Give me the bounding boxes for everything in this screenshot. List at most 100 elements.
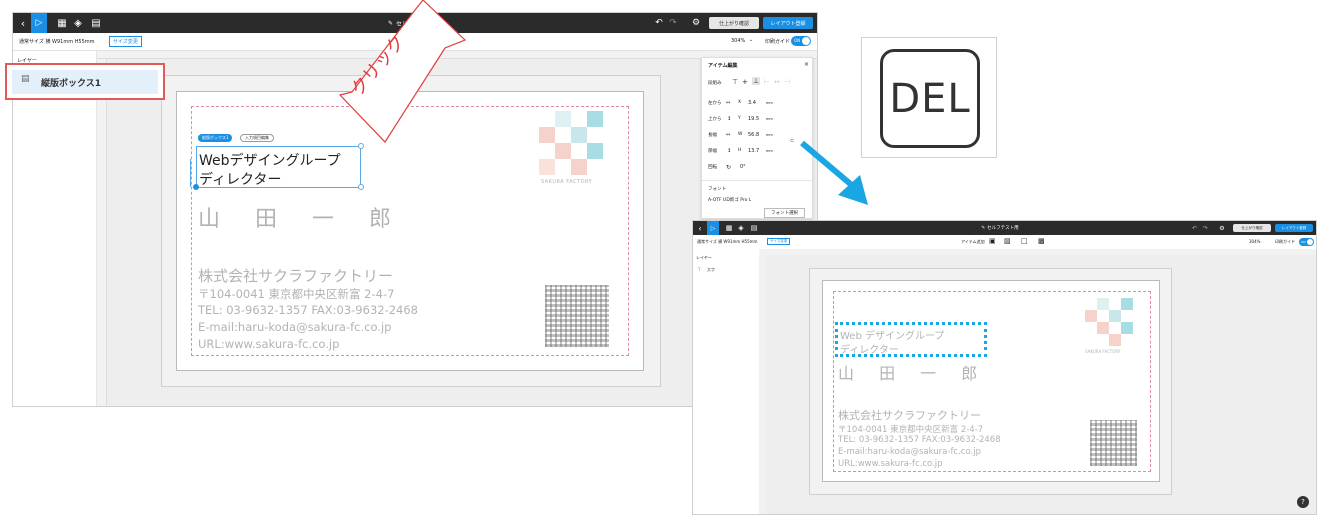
- guide-label: 印刷ガイド: [1275, 239, 1295, 244]
- template-icon[interactable]: ▤: [89, 13, 103, 33]
- panel-title: アイテム編集: [708, 63, 738, 69]
- resize-handle[interactable]: [193, 184, 199, 190]
- text-tool-icon[interactable]: ▣: [989, 237, 996, 245]
- pencil-icon: ✎: [981, 225, 986, 231]
- tel-text: TEL: 03-9632-1357 FAX:03-9632-2468: [838, 435, 1001, 445]
- arrow-horizontal-icon: ↔: [726, 100, 731, 106]
- selected-text-box[interactable]: Webデザイングループ ディレクター: [196, 146, 361, 188]
- logo-square-pink: [539, 159, 555, 175]
- right-editor-window: ‹ ▷ ▦ ◈ ▤ ✎ セルフテスト用 ↶ ↷ ⚙ 仕上がり確認 レイアウト登録…: [692, 220, 1317, 515]
- left-ruler: [759, 255, 766, 514]
- y-input[interactable]: 19.5: [748, 116, 759, 122]
- layer-item-label[interactable]: 文字: [707, 267, 715, 273]
- del-key-label: DEL: [889, 75, 971, 122]
- back-icon[interactable]: ‹: [15, 13, 31, 33]
- arrow-horizontal-icon: ↔: [726, 132, 731, 138]
- align-center-icon[interactable]: ↔: [774, 78, 780, 86]
- confirm-button[interactable]: 仕上がり確認: [1233, 224, 1271, 232]
- company-name: 株式会社サクラファクトリー: [198, 267, 394, 285]
- logo-square-teal: [571, 127, 587, 143]
- arrow-vertical-icon: ↕: [727, 116, 732, 122]
- deleted-text-box[interactable]: Web デザイングループ ディレクター: [835, 322, 987, 357]
- template-icon[interactable]: ▤: [749, 221, 759, 235]
- top-toolbar: ‹ ▷ ▦ ◈ ▤ ✎ セルフテスト用 ↶ ↷ ⚙ 仕上がり確認 レイアウト登録: [693, 221, 1316, 235]
- qr-code: [545, 285, 609, 347]
- text-layer-icon: T: [698, 267, 701, 272]
- window-title: ✎ セルフテスト用: [981, 225, 1019, 232]
- selected-item-tag[interactable]: 縦版ボックス1: [198, 134, 233, 142]
- layer-header: レイヤー: [696, 255, 712, 260]
- logo-square-teal: [587, 143, 603, 159]
- click-callout-arrow: [338, 0, 467, 143]
- edit-input-tag[interactable]: 入力項目編集: [240, 134, 274, 142]
- address-text: 〒104-0041 東京都中央区新富 2-4-7: [198, 287, 395, 301]
- url-text: URL:www.sakura-fc.co.jp: [838, 459, 943, 469]
- email-text: E-mail:haru-koda@sakura-fc.co.jp: [198, 320, 392, 334]
- pointer-tool-button[interactable]: ▷: [707, 221, 719, 235]
- pointer-tool-button[interactable]: ▷: [31, 13, 47, 33]
- align-right-icon[interactable]: ⊣: [784, 78, 790, 86]
- gear-icon[interactable]: ⚙: [689, 13, 703, 33]
- grid-icon[interactable]: ▦: [724, 221, 734, 235]
- logo-square-pink: [555, 143, 571, 159]
- align-top-icon[interactable]: ⊤: [732, 78, 738, 86]
- size-label: 通常サイズ 横 W91mm H55mm: [697, 239, 758, 244]
- sub-toolbar: 通常サイズ 横 W91mm H55mm サイズ変更 アイテム追加 ▣ ▨ □ ▩…: [693, 235, 1316, 249]
- redo-icon[interactable]: ↷: [667, 13, 679, 33]
- logo-square-teal: [555, 111, 571, 127]
- align-left-icon[interactable]: ⊢: [764, 78, 770, 86]
- company-name: 株式会社サクラファクトリー: [838, 409, 981, 422]
- h-input[interactable]: 13.7: [748, 148, 759, 154]
- guide-label: 印刷ガイド: [765, 39, 791, 45]
- logo-square-pink: [1097, 322, 1109, 334]
- logo-text: SAKURA FACTORY: [541, 179, 593, 185]
- confirm-button[interactable]: 仕上がり確認: [709, 17, 759, 29]
- qr-code: [1090, 420, 1137, 466]
- register-button[interactable]: レイアウト登録: [763, 17, 813, 29]
- logo-square-teal: [1121, 298, 1133, 310]
- align-middle-icon[interactable]: +: [742, 78, 748, 86]
- position-row: 左から ↔ X 3.4 mm: [708, 100, 773, 106]
- rotate-icon: ↻: [726, 164, 732, 171]
- size-row: 厚幅 ↕ H 13.7 mm: [708, 148, 773, 154]
- help-button[interactable]: ?: [1297, 496, 1309, 508]
- redo-icon[interactable]: ↷: [1201, 221, 1210, 235]
- guide-toggle[interactable]: ON: [1299, 238, 1314, 246]
- back-icon[interactable]: ‹: [695, 221, 705, 235]
- left-ruler: [97, 59, 107, 406]
- item-add-label: アイテム追加: [961, 239, 985, 244]
- job-title-line1: Web デザイングループ: [840, 331, 945, 342]
- close-icon[interactable]: ×: [804, 61, 809, 68]
- chevron-down-icon[interactable]: ⌄: [749, 37, 753, 43]
- font-name: A-OTF UD新ゴ Pro L: [708, 198, 752, 203]
- zoom-select[interactable]: 304%: [731, 38, 745, 44]
- w-input[interactable]: 56.8: [748, 132, 759, 138]
- logo-square-pink: [1109, 334, 1121, 346]
- register-button[interactable]: レイアウト登録: [1275, 224, 1313, 232]
- layer-panel: レイヤー T 文字: [693, 249, 759, 514]
- del-key: DEL: [880, 49, 980, 148]
- rotate-input[interactable]: 0°: [740, 164, 746, 170]
- gear-icon[interactable]: ⚙: [1217, 221, 1227, 235]
- resize-handle[interactable]: [358, 184, 364, 190]
- zoom-select[interactable]: 304%: [1249, 239, 1260, 244]
- size-change-button[interactable]: サイズ変更: [767, 238, 791, 245]
- logo-square-teal: [587, 111, 603, 127]
- guide-toggle[interactable]: ON: [791, 36, 811, 46]
- grid-icon[interactable]: ▦: [55, 13, 69, 33]
- qr-tool-icon[interactable]: ▩: [1038, 237, 1045, 245]
- layer-item-highlight[interactable]: ▤ 縦版ボックス1: [5, 63, 165, 100]
- link-ratio-icon[interactable]: ⊂: [790, 138, 794, 144]
- undo-icon[interactable]: ↶: [1190, 221, 1199, 235]
- align-bottom-icon[interactable]: ⊥: [752, 77, 761, 85]
- layers-icon[interactable]: ◈: [71, 13, 85, 33]
- size-change-button[interactable]: サイズ変更: [109, 36, 142, 47]
- logo-square-teal: [1109, 310, 1121, 322]
- url-text: URL:www.sakura-fc.co.jp: [198, 337, 340, 351]
- layers-icon[interactable]: ◈: [736, 221, 746, 235]
- shape-tool-icon[interactable]: □: [1021, 237, 1028, 245]
- image-tool-icon[interactable]: ▨: [1004, 237, 1011, 245]
- x-input[interactable]: 3.4: [748, 100, 756, 106]
- logo-square-pink: [539, 127, 555, 143]
- undo-icon[interactable]: ↶: [653, 13, 665, 33]
